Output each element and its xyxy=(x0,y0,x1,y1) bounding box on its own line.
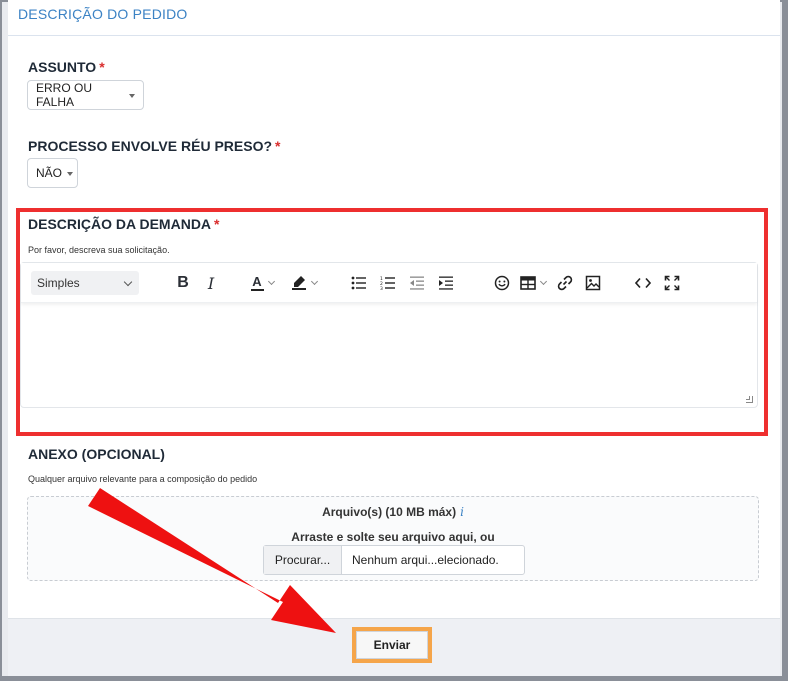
anexo-label: ANEXO (OPCIONAL) xyxy=(28,446,165,462)
browse-button[interactable]: Procurar... xyxy=(264,546,342,574)
assunto-label-text: ASSUNTO xyxy=(28,59,97,75)
assunto-label: ASSUNTO * xyxy=(28,59,105,75)
submit-button-highlight: Enviar xyxy=(352,627,432,663)
files-title-text: Arquivo(s) (10 MB máx) xyxy=(322,505,457,519)
reu-preso-selected-value: NÃO xyxy=(36,166,63,180)
caret-down-icon xyxy=(67,172,74,176)
assunto-selected-value: ERRO OU FALHA xyxy=(36,81,93,109)
drag-drop-text: Arraste e solte seu arquivo aqui, ou xyxy=(291,530,495,544)
required-marker: * xyxy=(275,138,281,154)
section-title: DESCRIÇÃO DO PEDIDO xyxy=(18,6,188,22)
assunto-select[interactable]: ERRO OU FALHA xyxy=(27,80,144,110)
file-dropzone[interactable]: Arquivo(s) (10 MB máx) i Arraste e solte … xyxy=(27,496,759,581)
reu-preso-label-text: PROCESSO ENVOLVE RÉU PRESO? xyxy=(28,138,273,154)
info-icon[interactable]: i xyxy=(460,505,464,519)
annotation-highlight-box xyxy=(16,208,768,436)
caret-down-icon xyxy=(129,94,135,98)
files-title: Arquivo(s) (10 MB máx) i xyxy=(28,505,758,519)
reu-preso-select[interactable]: NÃO xyxy=(27,158,78,188)
required-marker: * xyxy=(99,59,105,75)
anexo-help-text: Qualquer arquivo relevante para a compos… xyxy=(28,474,258,484)
reu-preso-label: PROCESSO ENVOLVE RÉU PRESO? * xyxy=(28,138,280,154)
section-header: DESCRIÇÃO DO PEDIDO xyxy=(8,0,780,36)
submit-button[interactable]: Enviar xyxy=(356,631,428,659)
file-input[interactable]: Procurar... Nenhum arqui...elecionado. xyxy=(263,545,525,575)
selected-file-name: Nenhum arqui...elecionado. xyxy=(352,553,499,567)
